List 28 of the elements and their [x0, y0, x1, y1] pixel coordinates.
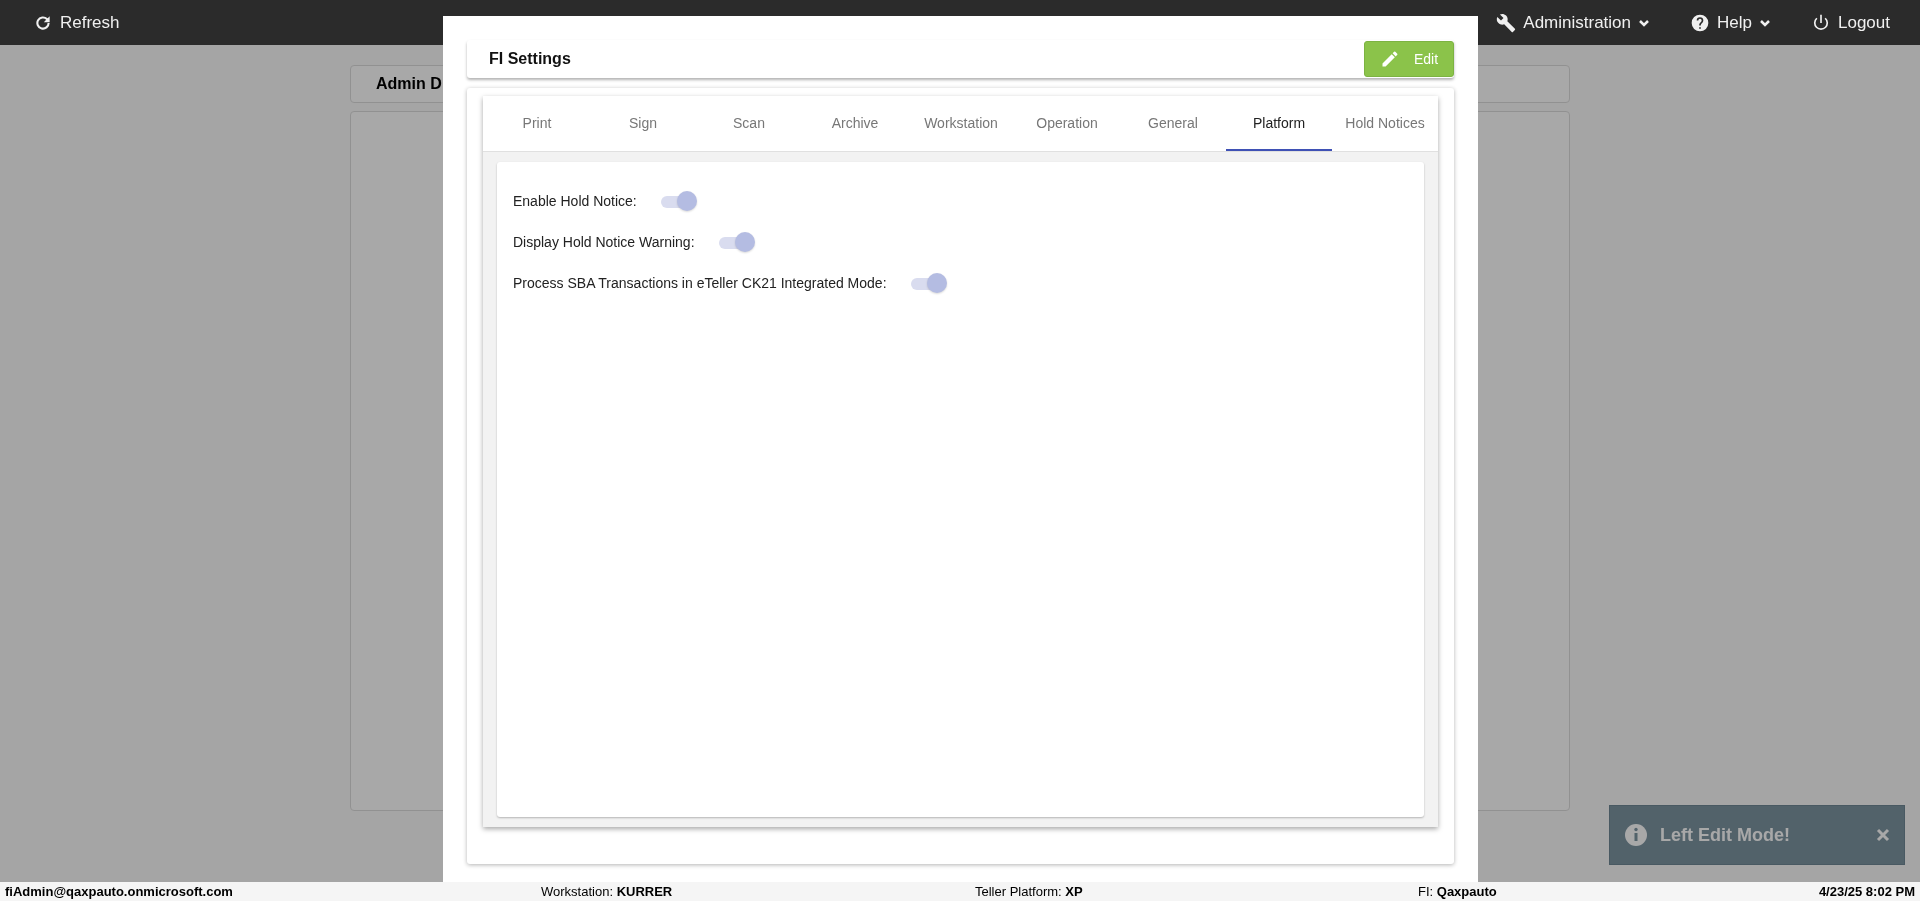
tab[interactable]: Workstation [908, 96, 1014, 151]
page-title: Admin D [376, 75, 442, 93]
setting-label: Display Hold Notice Warning: [513, 234, 695, 250]
user-email: fiAdmin@qaxpauto.onmicrosoft.com [5, 883, 234, 899]
tab[interactable]: General [1120, 96, 1226, 151]
status-field: Workstation: KURRER [541, 883, 975, 899]
tab[interactable]: Hold Notices [1332, 96, 1438, 151]
tab[interactable]: Print [484, 96, 590, 151]
date-time: 4/23/25 8:02 PM [1818, 883, 1915, 899]
menu-dropdown[interactable]: Administration [1496, 12, 1651, 33]
setting-label: Process SBA Transactions in eTeller CK21 Integrated Mode: [513, 275, 887, 291]
tab[interactable]: Archive [802, 96, 908, 151]
toast-message: Left Edit Mode! [1660, 824, 1791, 846]
close-icon[interactable] [1876, 828, 1890, 842]
power-icon [1811, 12, 1831, 33]
status-field: FI: Qaxpauto [1418, 883, 1819, 899]
logout-link[interactable]: Logout [1811, 12, 1890, 33]
refresh-button[interactable]: Refresh [33, 12, 120, 33]
tab[interactable]: Operation [1014, 96, 1120, 151]
tab[interactable]: Scan [696, 96, 802, 151]
help-icon [1690, 12, 1711, 33]
status-field: Teller Platform: XP [975, 883, 1418, 899]
dialog-title: FI Settings [489, 50, 571, 68]
info-icon [1624, 823, 1648, 847]
wrench-icon [1496, 12, 1517, 33]
setting-label: Enable Hold Notice: [513, 193, 637, 209]
menu-dropdown[interactable]: Help [1690, 12, 1771, 33]
tab[interactable]: Sign [590, 96, 696, 151]
